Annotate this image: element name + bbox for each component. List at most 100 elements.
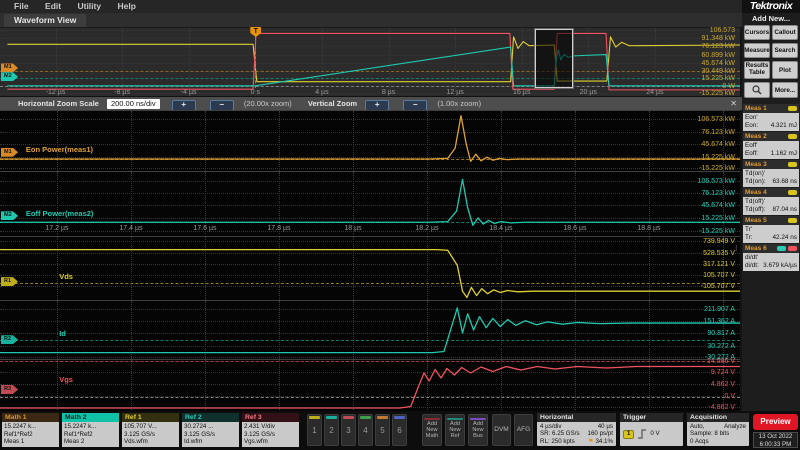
cursors-button[interactable]: Cursors bbox=[744, 25, 770, 40]
axis-label-y: 106.573 bbox=[710, 27, 735, 34]
acq-mode: Auto, bbox=[690, 423, 704, 430]
more-button[interactable]: More... bbox=[772, 82, 798, 98]
axis-label-x: 24 µs bbox=[646, 89, 663, 96]
meas-card[interactable]: Meas 6di/dt'di/dt:3.679 kA/µs bbox=[743, 244, 799, 271]
meas-source-badges bbox=[786, 106, 797, 111]
axis-label-x: 8 µs bbox=[382, 89, 395, 96]
acq-count: 0 Acqs bbox=[690, 438, 746, 445]
meas-card[interactable]: Meas 1Eon'Eon:4.321 mJ bbox=[743, 104, 799, 131]
channel-button-3[interactable]: 3 bbox=[341, 414, 356, 446]
add-button-line: Math bbox=[423, 433, 441, 439]
meas-card-body: Td(off)'Td(off):87.04 ns bbox=[743, 197, 799, 215]
time-text: 6:00:33 PM bbox=[754, 441, 797, 449]
meas-title: Meas 3 bbox=[745, 160, 767, 169]
channel-button-2[interactable]: 2 bbox=[324, 414, 339, 446]
axis-label-y: 91.348 kW bbox=[702, 35, 735, 42]
trace-id-overview bbox=[0, 28, 740, 96]
meas-card[interactable]: Meas 3Td(on)'Td(on):63.68 ns bbox=[743, 160, 799, 187]
meas-line1: Eon' bbox=[745, 114, 758, 122]
channel-number: 3 bbox=[342, 426, 355, 435]
meas-card[interactable]: Meas 5Tr'Tr:42.24 ns bbox=[743, 216, 799, 243]
footer-badge-math-1[interactable]: Math 115.2247 k...Ref1*Ref2Meas 1 bbox=[2, 413, 59, 447]
add-new-ref-button[interactable]: AddNewRef bbox=[445, 414, 465, 446]
channel-button-4[interactable]: 4 bbox=[358, 414, 373, 446]
zoom-panel-id[interactable]: 211.907 A151.362 A90.817 A30.272 A-30.27… bbox=[0, 300, 740, 359]
axis-label-y: 30.272 A bbox=[707, 343, 735, 350]
axis-label-y: 528.535 V bbox=[703, 250, 735, 257]
zoom-panel-eon-power[interactable]: 106.573 kW76.123 kW45.674 kW15.225 kW-15… bbox=[0, 110, 740, 171]
acquisition-panel[interactable]: Acquisition Auto,Analyze Sample: 8 bits … bbox=[687, 413, 749, 446]
axis-label-time: 17.4 µs bbox=[119, 225, 142, 232]
add-new-label: Add New... bbox=[742, 14, 800, 23]
splitter-handle[interactable]: ⁝ bbox=[735, 246, 741, 264]
axis-label-y: -15.225 kW bbox=[699, 228, 735, 235]
footer-badge-line: Meas 1 bbox=[4, 438, 57, 446]
zoom-panel-vgs[interactable]: 14.586 V9.724 V4.862 V0 V-4.862 VR3Vgs bbox=[0, 359, 740, 410]
axis-label-y: 151.362 A bbox=[703, 318, 735, 325]
axis-label-time: 17.6 µs bbox=[193, 225, 216, 232]
meas-card-body: Td(on)'Td(on):63.68 ns bbox=[743, 169, 799, 187]
dvm-button[interactable]: DVM bbox=[492, 414, 511, 446]
zoom-waveform-area[interactable]: 106.573 kW76.123 kW45.674 kW15.225 kW-15… bbox=[0, 110, 740, 411]
zoom-panel-vds[interactable]: 739.949 V528.535 V317.121 V105.707 V-105… bbox=[0, 236, 740, 300]
close-zoom-icon[interactable]: ✕ bbox=[730, 97, 737, 110]
channel-button-1[interactable]: 1 bbox=[307, 414, 322, 446]
menu-help[interactable]: Help bbox=[117, 1, 135, 11]
meas-row: Eon' bbox=[745, 114, 797, 122]
zoom-selection-box[interactable] bbox=[535, 29, 573, 88]
h-zoom-scale-input[interactable]: 200.00 ns/div bbox=[107, 99, 160, 109]
channel-button-5[interactable]: 5 bbox=[375, 414, 390, 446]
meas-value: 42.24 ns bbox=[772, 234, 797, 242]
meas-source-badge bbox=[788, 190, 797, 195]
meas-card[interactable]: Meas 2Eoff'Eoff:1.162 mJ bbox=[743, 132, 799, 159]
add-new-bus-button[interactable]: AddNewBus bbox=[468, 414, 488, 446]
axis-label-y: 106.573 kW bbox=[698, 116, 735, 123]
axis-label-time: 18.2 µs bbox=[415, 225, 438, 232]
zoom-panel-eoff-power[interactable]: 106.573 kW76.123 kW45.674 kW15.225 kW-15… bbox=[0, 171, 740, 234]
callout-button[interactable]: Callout bbox=[772, 25, 798, 40]
meas-row: Tr' bbox=[745, 226, 797, 234]
afg-button[interactable]: AFG bbox=[514, 414, 533, 446]
axis-label-x: 16 µs bbox=[513, 89, 530, 96]
zoom-tool-button[interactable] bbox=[744, 82, 770, 98]
footer-badge-line: Ref1*Ref2 bbox=[64, 431, 117, 439]
right-sidebar: Add New... Cursors Callout Measure Searc… bbox=[742, 13, 800, 411]
footer-badge-line: Meas 2 bbox=[64, 438, 117, 446]
meas-card[interactable]: Meas 4Td(off)'Td(off):87.04 ns bbox=[743, 188, 799, 215]
overview-plot[interactable]: 106.57391.348 kW76.123 kW60.899 kW45.674… bbox=[0, 28, 740, 97]
meas-title: Meas 6 bbox=[745, 244, 767, 253]
add-new-math-button[interactable]: AddNewMath bbox=[422, 414, 442, 446]
footer-badge-body: 105.707 V...3.125 GS/sVds.wfm bbox=[122, 422, 179, 447]
tab-waveform-view[interactable]: Waveform View bbox=[4, 14, 86, 27]
meas-card-header: Meas 5 bbox=[743, 216, 799, 225]
search-button[interactable]: Search bbox=[772, 43, 798, 58]
measure-button[interactable]: Measure bbox=[744, 43, 770, 58]
horizontal-panel[interactable]: Horizontal 4 µs/div40 µs SR: 6.25 GS/s16… bbox=[537, 413, 616, 446]
trace-vds bbox=[0, 237, 740, 300]
position-flag-icon: ⚑ bbox=[588, 438, 594, 445]
magnifier-icon bbox=[752, 85, 762, 95]
channel-button-6[interactable]: 6 bbox=[392, 414, 407, 446]
results-table-button[interactable]: Results Table bbox=[744, 61, 770, 79]
menu-utility[interactable]: Utility bbox=[77, 1, 101, 11]
footer-badge-line: 30.2724 ... bbox=[184, 423, 237, 431]
footer-badge-ref-1[interactable]: Ref 1105.707 V...3.125 GS/sVds.wfm bbox=[122, 413, 179, 447]
menu-edit[interactable]: Edit bbox=[45, 1, 61, 11]
footer-badge-ref-2[interactable]: Ref 230.2724 ...3.125 GS/sId.wfm bbox=[182, 413, 239, 447]
trigger-panel[interactable]: Trigger 1 0 V bbox=[620, 413, 683, 446]
preview-button[interactable]: Preview bbox=[753, 414, 798, 430]
channel-color-stripe bbox=[326, 416, 337, 419]
axis-label-y: 106.573 kW bbox=[698, 178, 735, 185]
footer-badge-ref-3[interactable]: Ref 32.431 V/div3.125 GS/sVgs.wfm bbox=[242, 413, 299, 447]
meas-card-body: Tr'Tr:42.24 ns bbox=[743, 225, 799, 243]
footer-badge-math-2[interactable]: Math 215.2247 k...Ref1*Ref2Meas 2 bbox=[62, 413, 119, 447]
axis-label-time: 18.6 µs bbox=[563, 225, 586, 232]
plot-button[interactable]: Plot bbox=[772, 61, 798, 79]
meas-card-header: Meas 3 bbox=[743, 160, 799, 169]
meas-card-body: Eon'Eon:4.321 mJ bbox=[743, 113, 799, 131]
footer-badge-line: 15.2247 k... bbox=[64, 423, 117, 431]
menu-file[interactable]: File bbox=[14, 1, 29, 11]
meas-source-badges bbox=[786, 190, 797, 195]
oscilloscope-app: File Edit Utility Help Tektronix Wavefor… bbox=[0, 0, 800, 450]
meas-row: Eoff:1.162 mJ bbox=[745, 150, 797, 158]
